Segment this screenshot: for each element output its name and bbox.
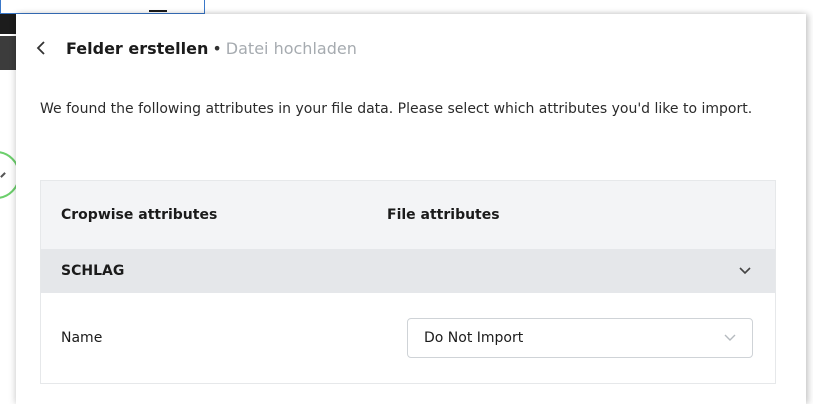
attributes-table: Cropwise attributes File attributes SCHL…: [40, 180, 776, 384]
background-frame: [0, 0, 205, 14]
page-title: Felder erstellen: [66, 38, 209, 58]
import-panel: Felder erstellen • Datei hochladen We fo…: [16, 14, 806, 404]
panel-header: Felder erstellen • Datei hochladen: [36, 36, 357, 60]
chevron-left-icon[interactable]: [36, 41, 56, 55]
title-separator: •: [212, 38, 222, 58]
chevron-down-icon[interactable]: [739, 263, 751, 279]
column-header-file: File attributes: [387, 207, 500, 223]
instructions-text: We found the following attributes in you…: [40, 101, 753, 117]
table-row: Name Do Not Import: [41, 293, 775, 383]
table-header: Cropwise attributes File attributes: [41, 181, 775, 249]
select-value: Do Not Import: [424, 330, 524, 346]
group-label: SCHLAG: [61, 263, 125, 279]
chevron-down-icon: [724, 331, 736, 345]
background-thumbnail: [0, 36, 16, 70]
column-header-cropwise: Cropwise attributes: [61, 207, 218, 223]
attribute-name: Name: [61, 330, 103, 346]
group-row-schlag[interactable]: SCHLAG: [41, 249, 775, 293]
page-subtitle: Datei hochladen: [225, 38, 357, 58]
background-frame-tab: [149, 0, 167, 12]
file-attribute-select[interactable]: Do Not Import: [407, 318, 753, 358]
